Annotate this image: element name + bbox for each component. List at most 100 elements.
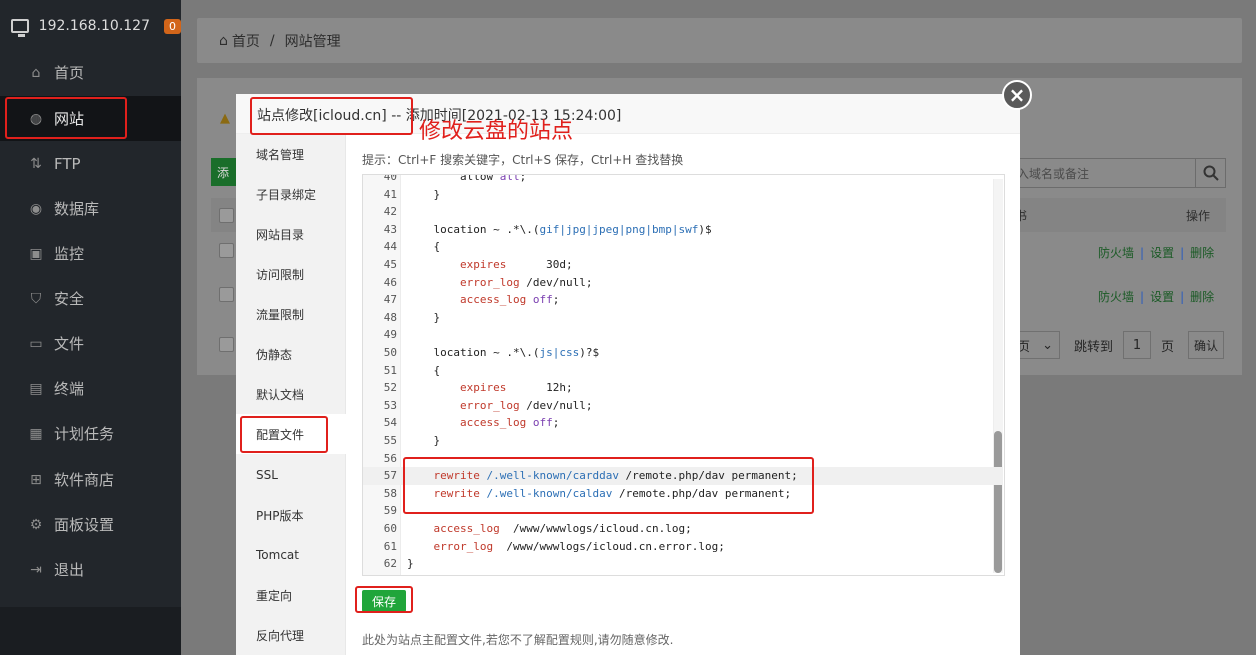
settings-link[interactable]: 设置 <box>1150 246 1174 260</box>
select-all-checkbox[interactable] <box>219 208 234 223</box>
breadcrumb-current: 网站管理 <box>284 33 341 50</box>
close-icon[interactable]: × <box>1002 80 1032 110</box>
highlight-title-box <box>250 97 413 135</box>
code-text: access_log off; <box>459 416 560 430</box>
bulk-checkbox[interactable] <box>219 337 234 352</box>
sidebar-item-ftp[interactable]: ⇅ FTP <box>0 141 181 186</box>
delete-link[interactable]: 删除 <box>1190 290 1214 304</box>
server-host: 192.168.10.127 <box>38 18 150 34</box>
code-line[interactable]: 54 access_log off; <box>363 414 1003 432</box>
code-line[interactable]: 53 error_log /dev/null; <box>363 397 1003 415</box>
site-search[interactable]: 入域名或备注 <box>1002 158 1226 188</box>
home-icon: ⌂ <box>219 32 228 49</box>
line-number: 42 <box>383 205 397 219</box>
code-line[interactable]: 50 location ~ .*\.(js|css)?$ <box>363 344 1003 362</box>
code-line[interactable]: 45 expires 30d; <box>363 256 1003 274</box>
code-line[interactable]: 62} <box>363 555 1003 573</box>
tab-traffic-limit[interactable]: 流量限制 <box>236 294 346 334</box>
tab-domain[interactable]: 域名管理 <box>236 134 346 174</box>
code-line[interactable]: 49 <box>363 326 1003 344</box>
page-input[interactable]: 1 <box>1123 331 1152 359</box>
confirm-button[interactable]: 确认 <box>1188 331 1225 359</box>
code-text: } <box>407 187 441 201</box>
tab-rewrite[interactable]: 伪静态 <box>236 334 346 374</box>
tab-default-doc[interactable]: 默认文档 <box>236 374 346 414</box>
code-line[interactable]: 44 { <box>363 238 1003 256</box>
code-line[interactable]: 52 expires 12h; <box>363 379 1003 397</box>
settings-link[interactable]: 设置 <box>1150 290 1174 304</box>
sidebar-item-home[interactable]: ⌂ 首页 <box>0 50 181 95</box>
code-line[interactable]: 46 error_log /dev/null; <box>363 274 1003 292</box>
line-number: 57 <box>383 469 397 483</box>
sidebar-item-files[interactable]: ▭ 文件 <box>0 321 181 366</box>
code-line[interactable]: 41 } <box>363 186 1003 204</box>
line-number: 60 <box>383 522 397 535</box>
line-number: 56 <box>383 451 397 465</box>
sidebar-item-logout[interactable]: ⇥ 退出 <box>0 547 181 592</box>
search-icon[interactable] <box>1195 159 1225 187</box>
table-row-actions: 防火墙 | 设置 | 删除 <box>1098 244 1214 261</box>
search-input[interactable]: 入域名或备注 <box>1003 165 1195 182</box>
table-row-actions: 防火墙 | 设置 | 删除 <box>1098 288 1214 305</box>
sidebar-item-label: 退出 <box>54 561 85 579</box>
code-line[interactable]: 48 } <box>363 309 1003 327</box>
code-line[interactable]: 40 allow all; <box>363 175 1003 186</box>
code-line[interactable]: 43 location ~ .*\.(gif|jpg|jpeg|png|bmp|… <box>363 221 1003 239</box>
sidebar-item-cron[interactable]: ▦ 计划任务 <box>0 411 181 456</box>
code-line[interactable]: 47 access_log off; <box>363 291 1003 309</box>
goto-label: 跳转到 <box>1074 339 1114 355</box>
firewall-link[interactable]: 防火墙 <box>1098 246 1134 260</box>
line-number: 50 <box>383 346 397 359</box>
code-text: } <box>407 434 441 447</box>
highlight-save-box <box>355 586 413 613</box>
config-editor[interactable]: 40 allow all; 41 } 42 43 location ~ .*\.(gi… <box>362 174 1005 576</box>
tab-subdir[interactable]: 子目录绑定 <box>236 174 346 214</box>
code-text: error_log /www/wwwlogs/icloud.cn.error.l… <box>433 539 725 553</box>
sidebar-item-label: 首页 <box>54 64 85 82</box>
line-number: 48 <box>383 310 397 324</box>
row-checkbox[interactable] <box>219 243 234 258</box>
tab-tomcat[interactable]: Tomcat <box>236 535 346 575</box>
calendar-icon: ▦ <box>29 425 43 442</box>
code-text: { <box>407 363 441 377</box>
code-line[interactable]: 42 <box>363 203 1003 221</box>
sidebar-item-security[interactable]: ⛉ 安全 <box>0 276 181 321</box>
breadcrumb-separator: / <box>269 32 275 49</box>
sidebar-item-monitor[interactable]: ▣ 监控 <box>0 231 181 276</box>
tab-reverse-proxy[interactable]: 反向代理 <box>236 615 346 655</box>
code-text: { <box>407 240 441 254</box>
firewall-link[interactable]: 防火墙 <box>1098 290 1134 304</box>
sidebar-item-settings[interactable]: ⚙ 面板设置 <box>0 502 181 547</box>
line-number: 45 <box>383 258 397 271</box>
breadcrumb-home[interactable]: 首页 <box>232 31 260 51</box>
add-site-button[interactable]: 添 <box>211 158 237 186</box>
line-number: 59 <box>383 504 397 518</box>
tab-access-limit[interactable]: 访问限制 <box>236 254 346 294</box>
tab-redirect[interactable]: 重定向 <box>236 575 346 615</box>
sidebar-item-label: 软件商店 <box>54 471 115 489</box>
sidebar-item-database[interactable]: ◉ 数据库 <box>0 186 181 231</box>
code-text: expires 12h; <box>459 381 573 395</box>
code-line[interactable]: 51 { <box>363 362 1003 380</box>
code-line[interactable]: 60 access_log /www/wwwlogs/icloud.cn.log… <box>363 520 1003 538</box>
tab-ssl[interactable]: SSL <box>236 455 346 495</box>
notification-badge[interactable]: 0 <box>164 18 181 34</box>
code-text: } <box>407 557 414 571</box>
divider: | <box>1180 246 1185 260</box>
tab-site-dir[interactable]: 网站目录 <box>236 214 346 254</box>
code-line[interactable]: 55 } <box>363 432 1003 450</box>
code-line[interactable]: 61 error_log /www/wwwlogs/icloud.cn.erro… <box>363 538 1003 556</box>
logout-icon: ⇥ <box>30 561 42 578</box>
delete-link[interactable]: 删除 <box>1190 246 1214 260</box>
divider: | <box>1140 246 1145 260</box>
line-number: 41 <box>383 187 397 201</box>
highlight-config-tab-box <box>240 416 328 453</box>
row-checkbox[interactable] <box>219 287 234 302</box>
tab-php-version[interactable]: PHP版本 <box>236 495 346 535</box>
site-edit-modal: 站点修改[icloud.cn] -- 添加时间[2021-02-13 15:24… <box>236 94 1020 655</box>
sidebar-item-label: 计划任务 <box>54 425 115 443</box>
annotation-text: 修改云盘的站点 <box>419 119 574 144</box>
sidebar-item-store[interactable]: ⊞ 软件商店 <box>0 457 181 502</box>
editor-hint: 提示：Ctrl+F 搜索关键字，Ctrl+S 保存，Ctrl+H 查找替换 <box>362 153 684 167</box>
sidebar-item-terminal[interactable]: ▤ 终端 <box>0 366 181 411</box>
